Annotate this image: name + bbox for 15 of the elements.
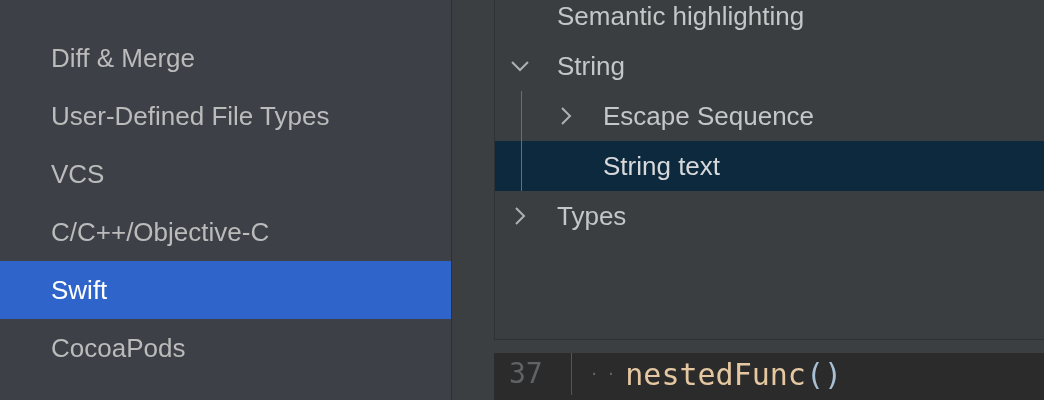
tree-item[interactable]: Semantic highlighting: [495, 0, 1044, 41]
sidebar-item[interactable]: Swift: [0, 261, 451, 319]
sidebar-item[interactable]: Diff & Merge: [0, 29, 451, 87]
tree-item[interactable]: Escape Sequence: [495, 91, 1044, 141]
whitespace-dots: · ·: [590, 364, 616, 384]
sidebar-item[interactable]: CocoaPods: [0, 319, 451, 377]
line-number: 37: [494, 353, 572, 395]
sidebar-item[interactable]: C/C++/Objective-C: [0, 203, 451, 261]
tree-item[interactable]: String text: [495, 141, 1044, 191]
code-text: nestedFunc: [625, 355, 806, 394]
code-text: (): [805, 355, 843, 394]
tree-item[interactable]: Types: [495, 191, 1044, 241]
tree-item[interactable]: String: [495, 41, 1044, 91]
sidebar-item[interactable]: User-Defined File Types: [0, 87, 451, 145]
sidebar-item[interactable]: VCS: [0, 145, 451, 203]
